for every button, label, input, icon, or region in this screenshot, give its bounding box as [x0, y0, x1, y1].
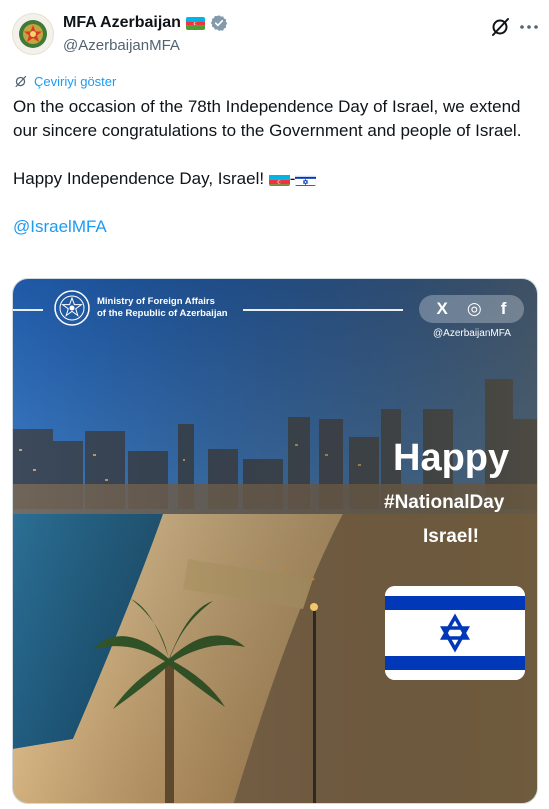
tweet-paragraph-2: Happy Independence Day, Israel! - — [13, 167, 533, 191]
mention-link[interactable]: @IsraelMFA — [13, 217, 107, 236]
image-country: Israel! — [423, 526, 479, 547]
ministry-emblem-icon — [54, 290, 90, 326]
x-icon: X — [436, 299, 448, 318]
social-icons: X ◎ f — [419, 295, 524, 323]
grok-icon — [492, 18, 509, 36]
israel-flag-icon — [295, 172, 317, 186]
image-social-handle: @AzerbaijanMFA — [433, 328, 511, 339]
verified-badge-icon — [210, 15, 228, 31]
tweet-header: MFA Azerbaijan @AzerbaijanMFA — [0, 0, 549, 64]
tweet-media-image[interactable]: Ministry of Foreign Affairs of the Repub… — [12, 278, 538, 804]
more-dots-icon — [520, 25, 538, 29]
display-name[interactable]: MFA Azerbaijan — [63, 14, 181, 32]
ministry-logo: Ministry of Foreign Affairs of the Repub… — [53, 289, 228, 327]
translate-label: Çeviriyi göster — [34, 74, 117, 89]
image-hashtag: #NationalDay — [384, 492, 505, 513]
instagram-icon: ◎ — [466, 299, 482, 318]
facebook-icon: f — [500, 299, 507, 318]
ministry-line-1: Ministry of Foreign Affairs — [97, 296, 215, 307]
grok-button[interactable] — [488, 15, 512, 39]
tweet-text: On the occasion of the 78th Independence… — [13, 95, 533, 239]
azerbaijan-flag-icon — [185, 16, 205, 30]
avatar[interactable] — [12, 13, 54, 55]
azerbaijan-flag-icon — [268, 172, 290, 186]
tweet-line: Happy Independence Day, Israel! — [13, 169, 269, 188]
more-button[interactable] — [517, 15, 541, 39]
azerbaijan-emblem-icon — [19, 20, 47, 48]
israel-flag-icon — [385, 586, 525, 680]
israel-flag-card — [385, 586, 525, 680]
ministry-line-2: of the Republic of Azerbaijan — [97, 308, 228, 319]
translate-icon — [15, 75, 27, 88]
show-translation-link[interactable]: Çeviriyi göster — [13, 74, 116, 89]
image-headline: Happy — [393, 437, 510, 479]
name-row: MFA Azerbaijan — [63, 14, 228, 32]
account-handle[interactable]: @AzerbaijanMFA — [63, 37, 180, 54]
tweet-paragraph: On the occasion of the 78th Independence… — [13, 97, 522, 140]
ministry-name: Ministry of Foreign Affairs of the Repub… — [97, 296, 228, 320]
